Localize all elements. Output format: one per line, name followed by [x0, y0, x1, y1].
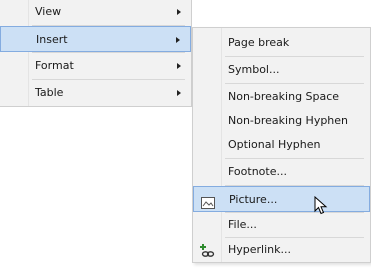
menu-item-label: Format: [35, 59, 74, 72]
menu-item-label: View: [35, 5, 62, 18]
hyperlink-icon: [200, 242, 215, 268]
menu-item-non-breaking-space[interactable]: Non-breaking Space: [193, 84, 370, 110]
mouse-pointer-icon: [314, 195, 328, 219]
menu-item-page-break[interactable]: Page break: [193, 30, 370, 56]
menu-item-label: Non-breaking Hyphen: [228, 114, 349, 127]
menu-item-label: Hyperlink...: [228, 243, 291, 256]
menu-item-hyperlink[interactable]: Hyperlink...: [193, 237, 370, 263]
menu-item-format[interactable]: Format: [0, 53, 191, 79]
menu-item-non-breaking-hyphen[interactable]: Non-breaking Hyphen: [193, 108, 370, 134]
menu-item-label: Insert: [36, 33, 68, 46]
menu-item-symbol[interactable]: Symbol...: [193, 57, 370, 83]
menu-item-optional-hyphen[interactable]: Optional Hyphen: [193, 132, 370, 158]
menu-item-label: Non-breaking Space: [228, 90, 340, 103]
menu-item-picture[interactable]: Picture...: [193, 186, 370, 212]
menu-item-label: Table: [35, 86, 64, 99]
submenu-arrow-icon: [177, 9, 181, 15]
menu-item-label: Optional Hyphen: [228, 138, 321, 151]
context-menu: View Insert Format Table: [0, 0, 192, 107]
menu-item-file[interactable]: File...: [193, 212, 370, 238]
menu-item-footnote[interactable]: Footnote...: [193, 159, 370, 185]
menu-item-insert[interactable]: Insert: [0, 26, 191, 52]
submenu-arrow-icon: [177, 90, 181, 96]
submenu-arrow-icon: [177, 63, 181, 69]
menu-item-label: Page break: [228, 36, 290, 49]
menu-item-table[interactable]: Table: [0, 80, 191, 106]
menu-item-view[interactable]: View: [0, 0, 191, 25]
submenu-arrow-icon: [176, 37, 180, 43]
insert-submenu: Page break Symbol... Non-breaking Space …: [192, 27, 371, 263]
menu-item-label: Picture...: [229, 193, 278, 206]
menu-item-label: File...: [228, 218, 257, 231]
menu-item-label: Footnote...: [228, 165, 287, 178]
menu-item-label: Symbol...: [228, 63, 280, 76]
